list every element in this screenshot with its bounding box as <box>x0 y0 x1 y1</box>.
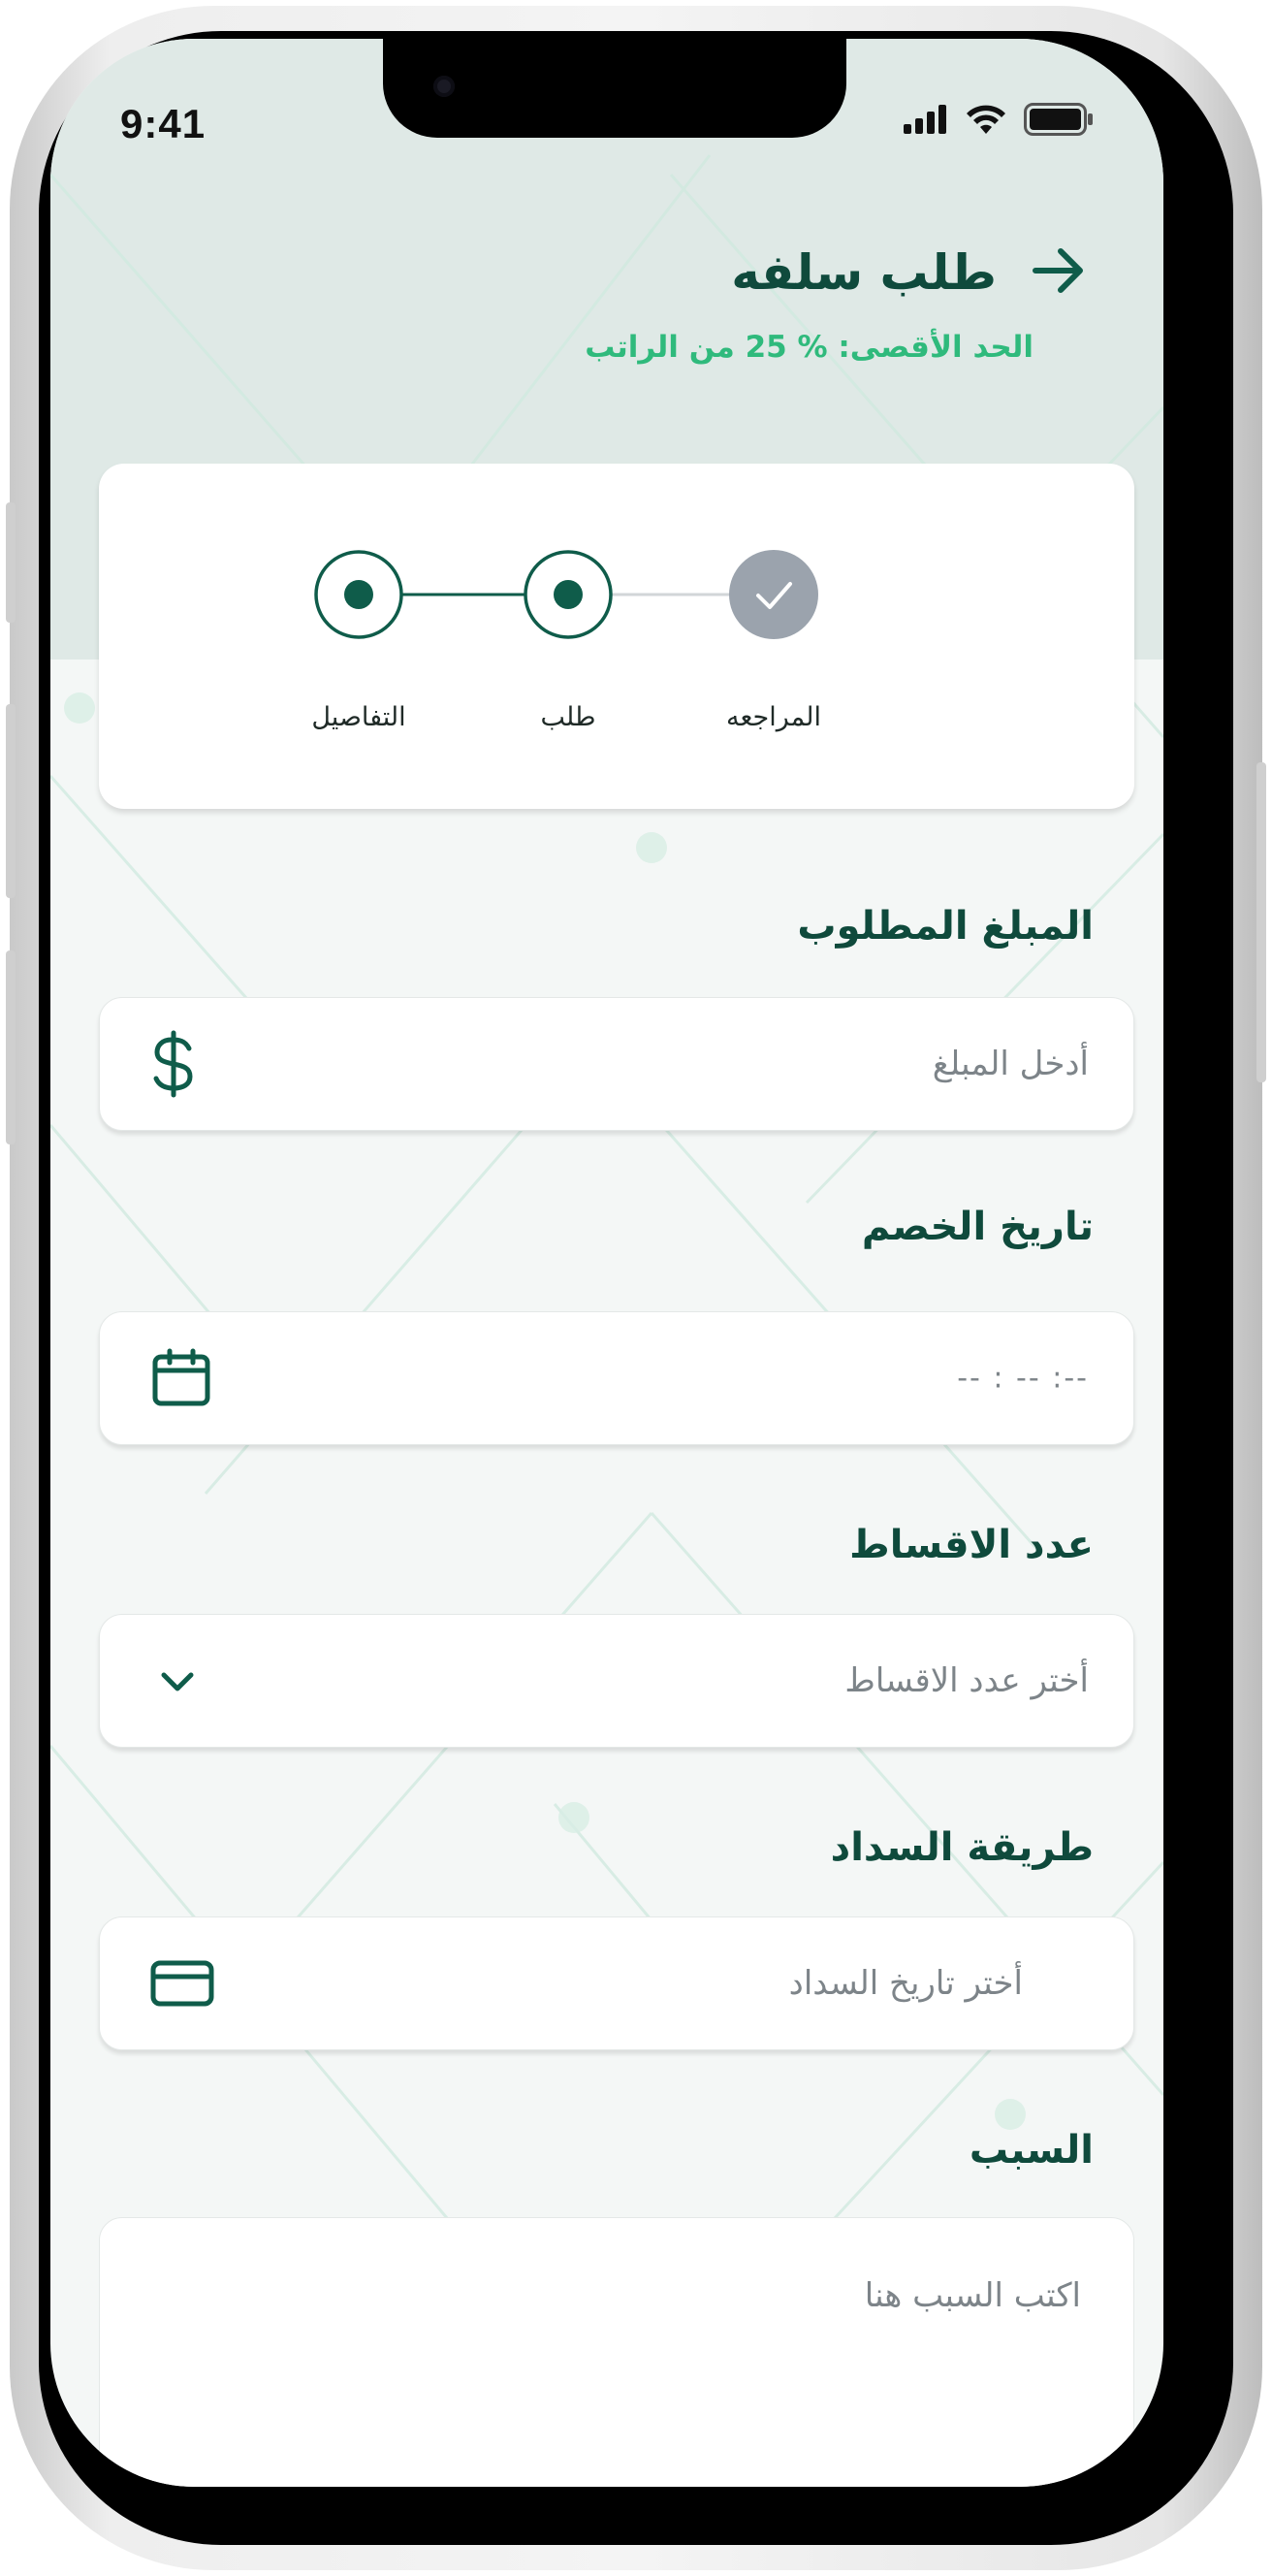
step-circle-request[interactable] <box>524 550 613 639</box>
battery-icon <box>1024 103 1093 136</box>
arrow-right-icon <box>1033 248 1083 293</box>
front-camera <box>433 76 455 97</box>
reason-placeholder: اكتب السبب هنا <box>864 2276 1081 2315</box>
calendar-icon <box>150 1347 212 1409</box>
reason-label: السبب <box>969 2128 1094 2173</box>
step-circle-details[interactable] <box>314 550 403 639</box>
step-label-review: المراجعه <box>726 702 821 732</box>
deduction-date-input[interactable]: -- : -- :-- <box>99 1311 1134 1445</box>
silent-switch <box>6 502 16 623</box>
chevron-down-icon <box>158 1667 197 1694</box>
background-pattern <box>50 154 1163 2271</box>
step-label-details: التفاصيل <box>311 702 406 732</box>
dollar-icon <box>150 1029 197 1099</box>
amount-input[interactable]: أدخل المبلغ <box>99 997 1134 1131</box>
phone-frame: 9:41 طلب سلفه الحد الأقصى: % 25 من الرات… <box>6 6 1266 2570</box>
stepper <box>314 550 818 639</box>
step-label-request: طلب <box>540 702 596 732</box>
amount-placeholder: أدخل المبلغ <box>932 1045 1089 1083</box>
installments-placeholder: أختر عدد الاقساط <box>844 1661 1089 1700</box>
installments-label: عدد الاقساط <box>849 1523 1094 1567</box>
step-circle-review[interactable] <box>729 550 818 639</box>
back-button[interactable] <box>1032 246 1086 299</box>
payment-method-placeholder: أختر تاريخ السداد <box>788 1964 1023 2003</box>
wifi-icon <box>967 105 1005 134</box>
installments-select[interactable]: أختر عدد الاقساط <box>99 1614 1134 1748</box>
camera-notch <box>383 39 846 138</box>
amount-label: المبلغ المطلوب <box>797 904 1094 949</box>
signal-icon <box>904 105 946 134</box>
deduction-date-label: تاريخ الخصم <box>861 1205 1094 1249</box>
status-icons <box>904 103 1094 136</box>
volume-up-button <box>6 704 16 898</box>
volume-down-button <box>6 950 16 1144</box>
header-title-row: طلب سلفه <box>731 244 1086 301</box>
app-screen: 9:41 طلب سلفه الحد الأقصى: % 25 من الرات… <box>50 39 1163 2487</box>
deduction-date-placeholder: -- : -- :-- <box>957 1361 1089 1396</box>
max-limit-note: الحد الأقصى: % 25 من الراتب <box>585 330 1034 365</box>
status-time: 9:41 <box>120 101 207 146</box>
payment-method-select[interactable]: أختر تاريخ السداد <box>99 1916 1134 2050</box>
reason-textarea[interactable]: اكتب السبب هنا <box>99 2217 1134 2487</box>
payment-method-label: طريقة السداد <box>830 1825 1094 1870</box>
page-title: طلب سلفه <box>731 244 997 301</box>
power-button <box>1256 762 1266 1082</box>
stepper-card: التفاصيل طلب المراجعه <box>99 464 1134 809</box>
credit-card-icon <box>150 1959 214 2008</box>
